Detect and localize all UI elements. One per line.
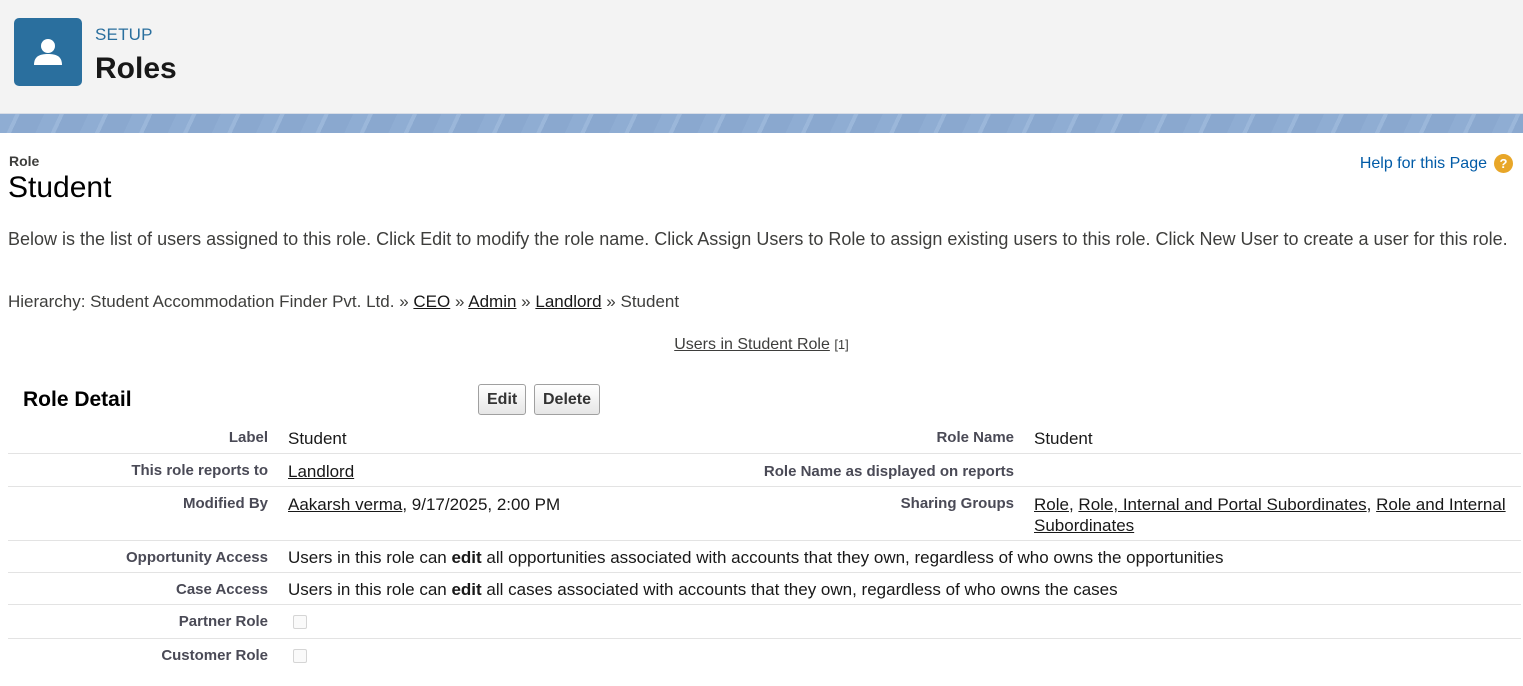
- reports-to-field-value: Landlord: [278, 453, 738, 487]
- modified-by-field-label: Modified By: [8, 486, 278, 541]
- breadcrumb-link-admin[interactable]: Admin: [468, 292, 516, 311]
- customer-role-checkbox: [293, 649, 307, 663]
- label-field-label: Label: [8, 421, 278, 454]
- reports-to-link[interactable]: Landlord: [288, 462, 354, 481]
- breadcrumb-link-ceo[interactable]: CEO: [413, 292, 450, 311]
- detail-row: Customer Role: [8, 639, 1521, 673]
- case-access-level: edit: [451, 580, 482, 599]
- modified-by-user-link[interactable]: Aakarsh verma: [288, 495, 402, 514]
- customer-role-field-label: Customer Role: [161, 647, 268, 664]
- case-access-pre: Users in this role can: [288, 580, 452, 599]
- role-name-field-value: Student: [1024, 421, 1521, 454]
- header-eyebrow: SETUP: [95, 25, 153, 44]
- case-access-post: all cases associated with accounts that …: [481, 580, 1118, 599]
- detail-row: Partner Role: [8, 604, 1521, 639]
- detail-row: Case Access Users in this role can edit …: [8, 572, 1521, 605]
- breadcrumb-separator: »: [606, 292, 616, 311]
- sharing-groups-field-value: Role, Role, Internal and Portal Subordin…: [1024, 486, 1521, 541]
- reports-to-field-label: This role reports to: [8, 453, 278, 487]
- detail-row: This role reports to Landlord Role Name …: [8, 453, 1521, 487]
- sharing-group-link[interactable]: Role: [1034, 495, 1069, 514]
- section-title: Role Detail: [23, 388, 132, 411]
- related-list-links: Users in Student Role [1]: [0, 336, 1523, 354]
- case-access-field-value: Users in this role can edit all cases as…: [278, 572, 1521, 605]
- partner-role-field-value: [278, 604, 1521, 639]
- display-name-field-value: [1024, 453, 1521, 487]
- users-in-role-link[interactable]: Users in Student Role: [674, 336, 830, 353]
- modified-by-field-value: Aakarsh verma, 9/17/2025, 2:00 PM: [278, 486, 738, 541]
- label-field-value: Student: [278, 421, 738, 454]
- header-title: Roles: [95, 52, 177, 85]
- detail-row: Label Student Role Name Student: [8, 421, 1521, 454]
- breadcrumb: Hierarchy: Student Accommodation Finder …: [8, 292, 679, 312]
- page-description: Below is the list of users assigned to t…: [8, 229, 1508, 249]
- partner-role-field-label: Partner Role: [8, 604, 278, 639]
- users-in-role-count: [1]: [834, 337, 849, 352]
- display-name-field-label: Role Name as displayed on reports: [738, 453, 1024, 487]
- users-in-role-label: Users in Student Role: [674, 336, 830, 353]
- opportunity-access-level: edit: [451, 548, 482, 567]
- breadcrumb-link-landlord[interactable]: Landlord: [535, 292, 601, 311]
- user-icon: [14, 18, 82, 86]
- breadcrumb-separator: »: [521, 292, 531, 311]
- detail-table: Label Student Role Name Student This rol…: [8, 421, 1521, 672]
- detail-row: Modified By Aakarsh verma, 9/17/2025, 2:…: [8, 486, 1521, 541]
- detail-row: Opportunity Access Users in this role ca…: [8, 540, 1521, 573]
- delete-button[interactable]: Delete: [534, 384, 601, 415]
- decorative-band: [0, 114, 1523, 133]
- breadcrumb-separator: »: [454, 292, 465, 311]
- customer-role-field-value: [278, 639, 1521, 673]
- opportunity-access-field-label: Opportunity Access: [8, 540, 278, 573]
- opportunity-access-post: all opportunities associated with accoun…: [481, 548, 1224, 567]
- setup-header: SETUP Roles: [0, 0, 1523, 114]
- breadcrumb-current: Student: [620, 292, 680, 311]
- sharing-group-link[interactable]: Role, Internal and Portal Subordinates: [1078, 495, 1366, 514]
- case-access-field-label: Case Access: [8, 572, 278, 605]
- sharing-groups-field-label: Sharing Groups: [738, 486, 1024, 541]
- help-icon[interactable]: ?: [1494, 154, 1513, 173]
- opportunity-access-field-value: Users in this role can edit all opportun…: [278, 540, 1521, 573]
- opportunity-access-pre: Users in this role can: [288, 548, 452, 567]
- role-name-field-label: Role Name: [738, 421, 1024, 454]
- partner-role-checkbox: [293, 615, 307, 629]
- edit-button[interactable]: Edit: [478, 384, 527, 415]
- page-title: Student: [8, 171, 112, 204]
- page-type-label: Role: [9, 153, 40, 169]
- breadcrumb-separator: »: [399, 292, 409, 311]
- breadcrumb-prefix: Hierarchy: Student Accommodation Finder …: [8, 292, 395, 311]
- help-link[interactable]: Help for this Page: [1360, 155, 1487, 173]
- modified-by-date: , 9/17/2025, 2:00 PM: [402, 495, 561, 514]
